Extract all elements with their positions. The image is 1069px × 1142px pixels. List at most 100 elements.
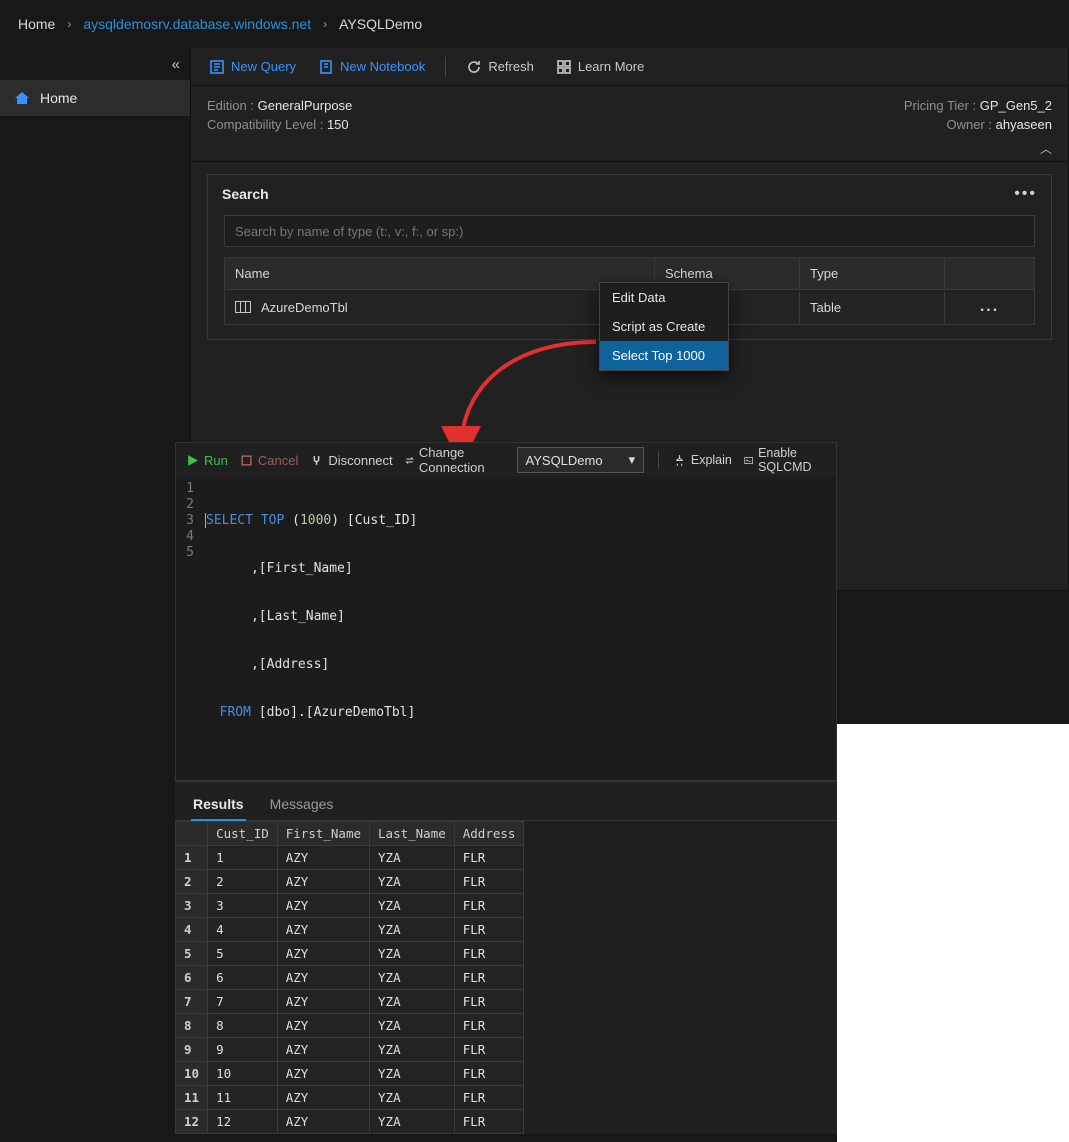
cell[interactable]: 1: [208, 846, 278, 870]
cell[interactable]: FLR: [454, 846, 524, 870]
cell[interactable]: FLR: [454, 990, 524, 1014]
explain-label: Explain: [691, 453, 732, 467]
result-row[interactable]: 55AZYYZAFLR: [176, 942, 524, 966]
results-table[interactable]: Cust_IDFirst_NameLast_NameAddress 11AZYY…: [175, 821, 524, 1134]
result-row[interactable]: 99AZYYZAFLR: [176, 1038, 524, 1062]
cell[interactable]: 12: [208, 1110, 278, 1134]
change-connection-label: Change Connection: [419, 445, 501, 475]
cell[interactable]: AZY: [277, 1038, 369, 1062]
cell[interactable]: YZA: [370, 990, 455, 1014]
cell[interactable]: FLR: [454, 1014, 524, 1038]
cell[interactable]: 6: [208, 966, 278, 990]
cell[interactable]: AZY: [277, 870, 369, 894]
cell[interactable]: AZY: [277, 990, 369, 1014]
cell[interactable]: FLR: [454, 870, 524, 894]
sidebar-item-home[interactable]: Home: [0, 80, 190, 116]
row-number: 10: [176, 1062, 208, 1086]
cell[interactable]: 4: [208, 918, 278, 942]
cell[interactable]: AZY: [277, 1062, 369, 1086]
col-last_name[interactable]: Last_Name: [370, 822, 455, 846]
cell[interactable]: FLR: [454, 1038, 524, 1062]
collapse-info-button[interactable]: ︿: [904, 136, 1052, 157]
cell[interactable]: 9: [208, 1038, 278, 1062]
col-first_name[interactable]: First_Name: [277, 822, 369, 846]
cell[interactable]: YZA: [370, 1110, 455, 1134]
cell[interactable]: 11: [208, 1086, 278, 1110]
cell[interactable]: 5: [208, 942, 278, 966]
gutter: 12345: [176, 481, 204, 753]
result-row[interactable]: 11AZYYZAFLR: [176, 846, 524, 870]
tab-messages[interactable]: Messages: [268, 790, 336, 820]
row-menu-button[interactable]: ...: [980, 298, 999, 315]
cancel-button[interactable]: Cancel: [240, 453, 298, 468]
breadcrumb-home[interactable]: Home: [18, 16, 55, 32]
cell[interactable]: YZA: [370, 1038, 455, 1062]
col-address[interactable]: Address: [454, 822, 524, 846]
cell[interactable]: 2: [208, 870, 278, 894]
sidebar-item-label: Home: [40, 90, 77, 106]
context-menu: Edit Data Script as Create Select Top 10…: [599, 282, 729, 371]
change-connection-button[interactable]: Change Connection: [405, 445, 501, 475]
cell[interactable]: 10: [208, 1062, 278, 1086]
menu-edit-data[interactable]: Edit Data: [600, 283, 728, 312]
col-name[interactable]: Name: [225, 258, 655, 289]
cell[interactable]: AZY: [277, 918, 369, 942]
run-button[interactable]: Run: [186, 453, 228, 468]
new-notebook-button[interactable]: New Notebook: [310, 55, 433, 79]
cell[interactable]: AZY: [277, 1110, 369, 1134]
col-cust_id[interactable]: Cust_ID: [208, 822, 278, 846]
cell[interactable]: YZA: [370, 870, 455, 894]
cell[interactable]: YZA: [370, 1086, 455, 1110]
home-icon: [14, 90, 30, 106]
result-row[interactable]: 1212AZYYZAFLR: [176, 1110, 524, 1134]
sidebar-collapse-button[interactable]: «: [0, 48, 190, 80]
cell[interactable]: YZA: [370, 846, 455, 870]
cell[interactable]: AZY: [277, 1014, 369, 1038]
enable-sqlcmd-button[interactable]: Enable SQLCMD: [744, 446, 826, 474]
new-query-button[interactable]: New Query: [201, 55, 304, 79]
result-row[interactable]: 77AZYYZAFLR: [176, 990, 524, 1014]
cell[interactable]: AZY: [277, 942, 369, 966]
cell[interactable]: AZY: [277, 1086, 369, 1110]
result-row[interactable]: 1111AZYYZAFLR: [176, 1086, 524, 1110]
cell[interactable]: YZA: [370, 966, 455, 990]
connection-select[interactable]: AYSQLDemo ▾: [517, 447, 645, 473]
menu-select-top-1000[interactable]: Select Top 1000: [600, 341, 728, 370]
result-row[interactable]: 88AZYYZAFLR: [176, 1014, 524, 1038]
cell[interactable]: FLR: [454, 894, 524, 918]
row-number: 7: [176, 990, 208, 1014]
refresh-button[interactable]: Refresh: [458, 55, 542, 79]
cell[interactable]: AZY: [277, 966, 369, 990]
breadcrumb-server[interactable]: aysqldemosrv.database.windows.net: [83, 16, 311, 32]
disconnect-button[interactable]: Disconnect: [310, 453, 392, 468]
cell[interactable]: YZA: [370, 918, 455, 942]
cell[interactable]: 8: [208, 1014, 278, 1038]
cell[interactable]: YZA: [370, 894, 455, 918]
col-type[interactable]: Type: [800, 258, 945, 289]
result-row[interactable]: 66AZYYZAFLR: [176, 966, 524, 990]
result-row[interactable]: 44AZYYZAFLR: [176, 918, 524, 942]
cell[interactable]: YZA: [370, 942, 455, 966]
menu-script-create[interactable]: Script as Create: [600, 312, 728, 341]
cell[interactable]: FLR: [454, 966, 524, 990]
cell[interactable]: FLR: [454, 1110, 524, 1134]
cell[interactable]: AZY: [277, 846, 369, 870]
row-number: 3: [176, 894, 208, 918]
result-row[interactable]: 1010AZYYZAFLR: [176, 1062, 524, 1086]
result-row[interactable]: 33AZYYZAFLR: [176, 894, 524, 918]
card-menu-button[interactable]: •••: [1014, 185, 1037, 203]
search-input[interactable]: [224, 215, 1035, 247]
cell[interactable]: 3: [208, 894, 278, 918]
result-row[interactable]: 22AZYYZAFLR: [176, 870, 524, 894]
cell[interactable]: AZY: [277, 894, 369, 918]
explain-button[interactable]: Explain: [673, 453, 732, 467]
cell[interactable]: FLR: [454, 918, 524, 942]
cell[interactable]: 7: [208, 990, 278, 1014]
cell[interactable]: FLR: [454, 1086, 524, 1110]
cell[interactable]: YZA: [370, 1014, 455, 1038]
cell[interactable]: FLR: [454, 942, 524, 966]
refresh-label: Refresh: [488, 59, 534, 74]
cell[interactable]: FLR: [454, 1062, 524, 1086]
learn-more-button[interactable]: Learn More: [548, 55, 652, 79]
cell[interactable]: YZA: [370, 1062, 455, 1086]
